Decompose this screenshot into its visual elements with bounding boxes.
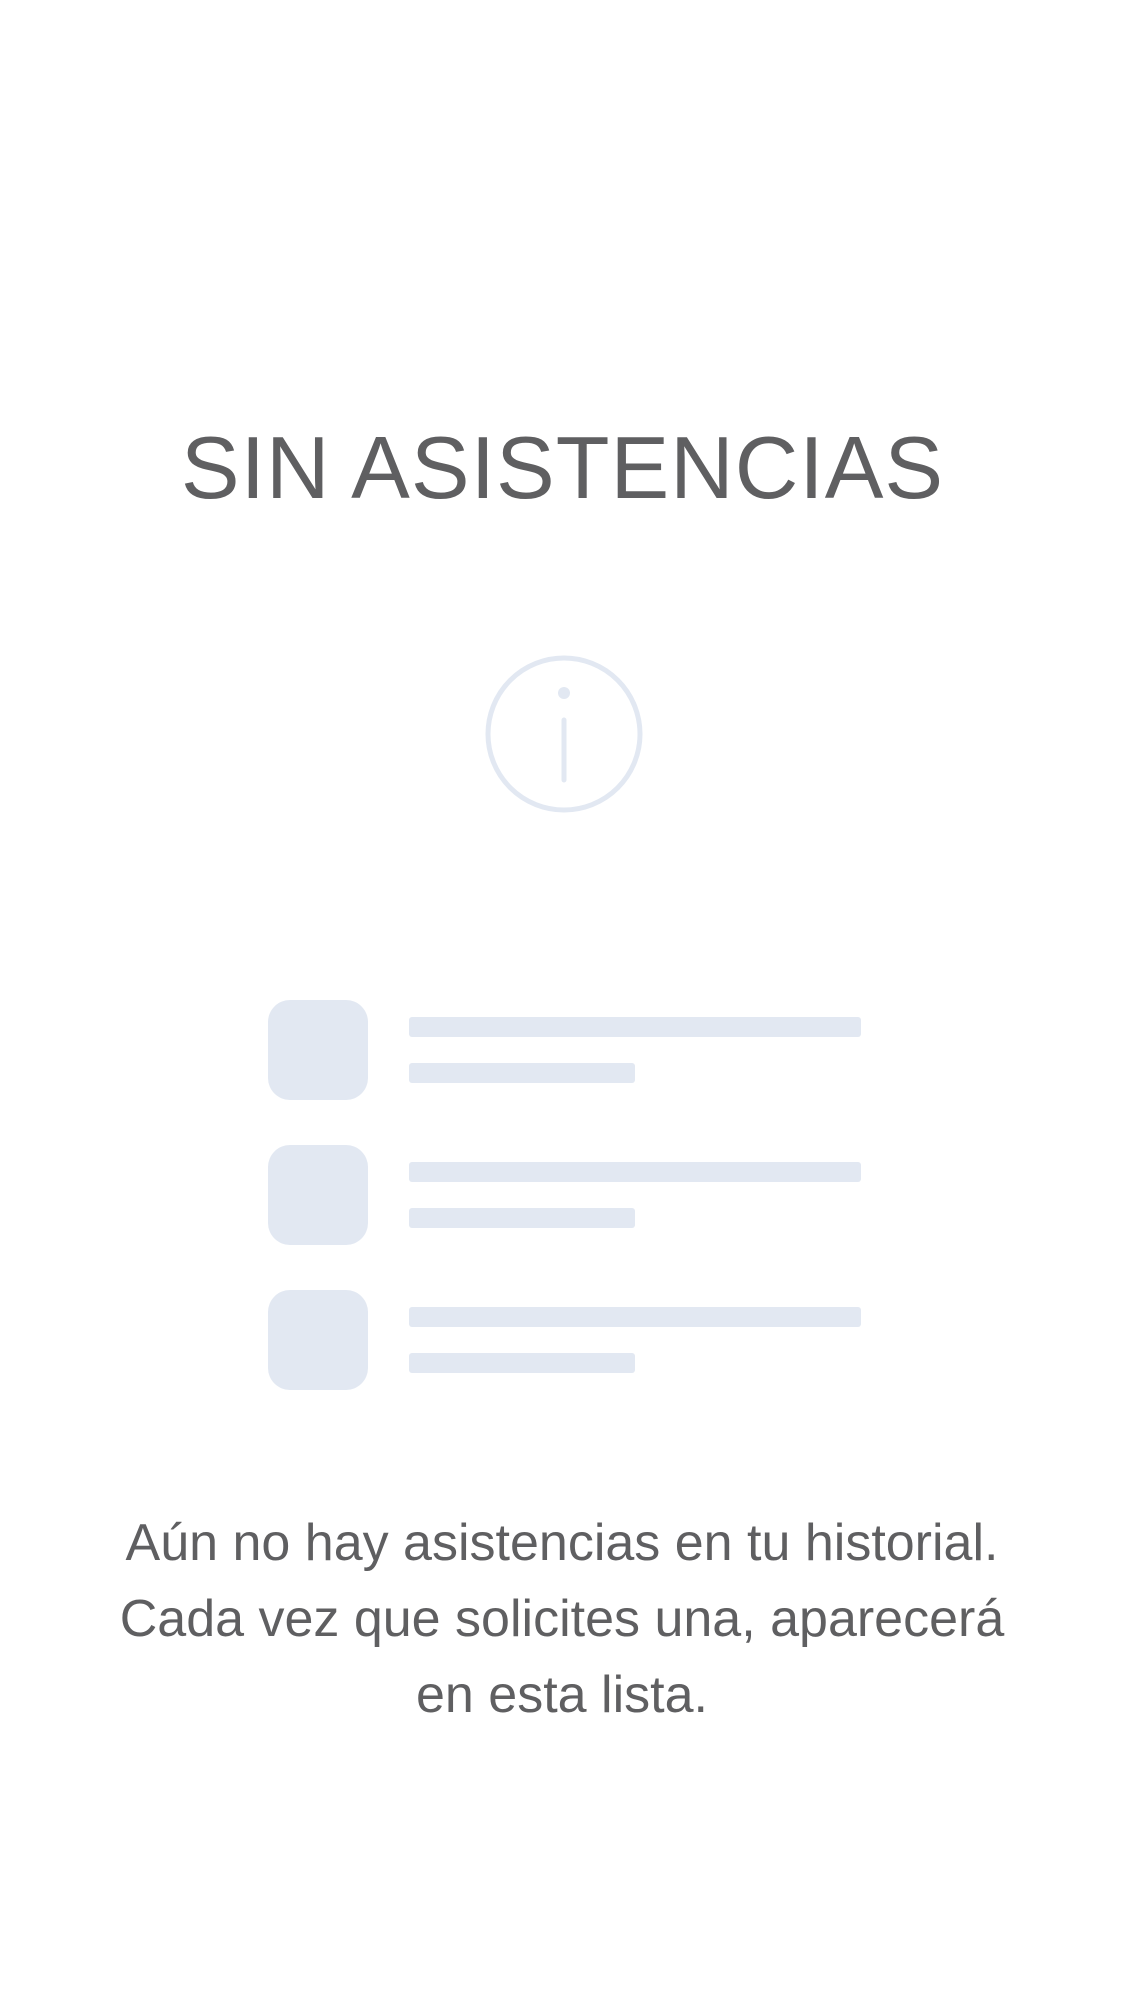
placeholder-line-long (409, 1017, 861, 1037)
empty-state-screen: SIN ASISTENCIAS Aún no hay asistencias e… (0, 0, 1125, 2001)
empty-state-message: Aún no hay asistencias en tu historial. … (119, 1514, 1005, 1724)
placeholder-line-long (409, 1162, 861, 1182)
placeholder-line-short (409, 1208, 635, 1228)
placeholder-line-long (409, 1307, 861, 1327)
placeholder-thumbnail (268, 1290, 368, 1390)
placeholder-line-short (409, 1063, 635, 1083)
placeholder-line-short (409, 1353, 635, 1373)
placeholder-thumbnail (268, 1145, 368, 1245)
placeholder-thumbnail (268, 1000, 368, 1100)
